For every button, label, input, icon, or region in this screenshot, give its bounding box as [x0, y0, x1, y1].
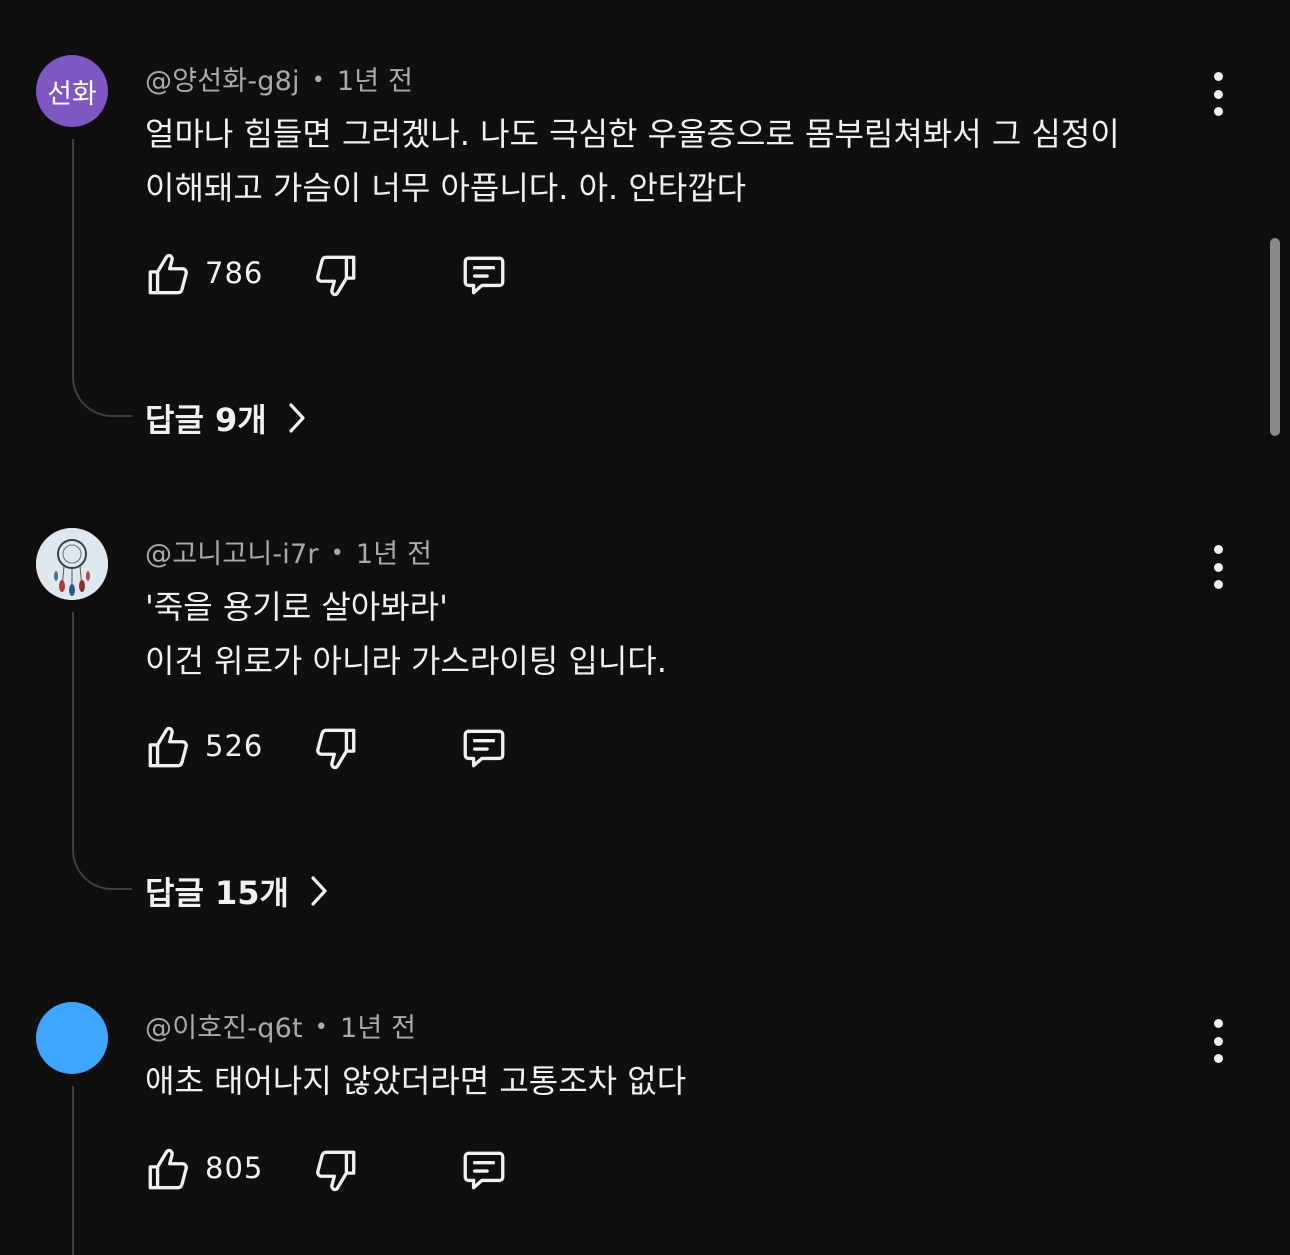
- thread-line: [72, 612, 74, 852]
- comment-text-line: 이해돼고 가슴이 너무 아픕니다. 아. 안타깝다: [145, 169, 747, 207]
- comment-time[interactable]: 1년 전: [340, 1013, 416, 1044]
- comment-text-line: 애초 태어나지 않았더라면 고통조차 없다: [145, 1062, 687, 1100]
- thread-line: [72, 139, 74, 379]
- thread-connector: [72, 377, 132, 417]
- more-vertical-icon: [1213, 1019, 1223, 1028]
- comment-actions: 786: [143, 250, 543, 302]
- separator-dot: •: [330, 541, 344, 566]
- comment-text: 애초 태어나지 않았더라면 고통조차 없다: [145, 1054, 1185, 1108]
- view-replies-button[interactable]: 답글 15개: [145, 868, 331, 914]
- comment-actions: 526: [143, 723, 543, 775]
- separator-dot: •: [311, 68, 325, 93]
- thumbs-up-icon[interactable]: [143, 250, 193, 300]
- dreamcatcher-image: [36, 528, 108, 600]
- replies-count-label: 답글 15개: [145, 874, 289, 912]
- like-count: 786: [205, 256, 264, 290]
- like-count: 526: [205, 729, 264, 763]
- author-handle[interactable]: @고니고니-i7r: [145, 539, 319, 570]
- comment-text-line: '죽을 용기로 살아봐라': [145, 588, 448, 626]
- view-replies-button[interactable]: 답글 9개: [145, 395, 309, 441]
- more-vertical-icon: [1213, 545, 1223, 554]
- comment-text: 얼마나 힘들면 그러겠나. 나도 극심한 우울증으로 몸부림쳐봐서 그 심정이 …: [145, 107, 1185, 215]
- comment-meta: @양선화-g8j • 1년 전: [145, 59, 413, 98]
- more-options-button[interactable]: [1200, 72, 1236, 116]
- thumbs-up-icon[interactable]: [143, 723, 193, 773]
- comments-panel: 선화 @양선화-g8j • 1년 전 얼마나 힘들면 그러겠나. 나도 극심한 우울…: [0, 0, 1290, 1255]
- chevron-right-icon: [311, 876, 327, 906]
- thumbs-down-icon[interactable]: [311, 250, 361, 300]
- comment-actions: 805: [143, 1145, 543, 1197]
- more-options-button[interactable]: [1200, 1019, 1236, 1063]
- comment-reply-icon[interactable]: [459, 250, 509, 300]
- thumbs-down-icon[interactable]: [311, 723, 361, 773]
- avatar[interactable]: 선화: [36, 55, 108, 127]
- like-count: 805: [205, 1151, 264, 1185]
- comment-time[interactable]: 1년 전: [337, 66, 413, 97]
- thread-connector: [72, 850, 132, 890]
- comment-time[interactable]: 1년 전: [356, 539, 432, 570]
- comment-text-line: 얼마나 힘들면 그러겠나. 나도 극심한 우울증으로 몸부림쳐봐서 그 심정이: [145, 115, 1120, 153]
- more-vertical-icon: [1213, 72, 1223, 81]
- separator-dot: •: [314, 1015, 328, 1040]
- comment-meta: @고니고니-i7r • 1년 전: [145, 532, 432, 571]
- comment-reply-icon[interactable]: [459, 723, 509, 773]
- author-handle[interactable]: @이호진-q6t: [145, 1013, 303, 1044]
- avatar[interactable]: [36, 1002, 108, 1074]
- avatar-initials: 선화: [47, 78, 97, 110]
- avatar[interactable]: [36, 528, 108, 600]
- thumbs-down-icon[interactable]: [311, 1145, 361, 1195]
- comment-text: '죽을 용기로 살아봐라' 이건 위로가 아니라 가스라이팅 입니다.: [145, 580, 1185, 688]
- comment-text-line: 이건 위로가 아니라 가스라이팅 입니다.: [145, 642, 667, 680]
- replies-count-label: 답글 9개: [145, 401, 267, 439]
- author-handle[interactable]: @양선화-g8j: [145, 66, 300, 97]
- more-options-button[interactable]: [1200, 545, 1236, 589]
- thumbs-up-icon[interactable]: [143, 1145, 193, 1195]
- comment-meta: @이호진-q6t • 1년 전: [145, 1006, 416, 1045]
- scrollbar-thumb[interactable]: [1270, 238, 1280, 436]
- comment-reply-icon[interactable]: [459, 1145, 509, 1195]
- thread-line: [72, 1086, 74, 1255]
- chevron-right-icon: [289, 403, 305, 433]
